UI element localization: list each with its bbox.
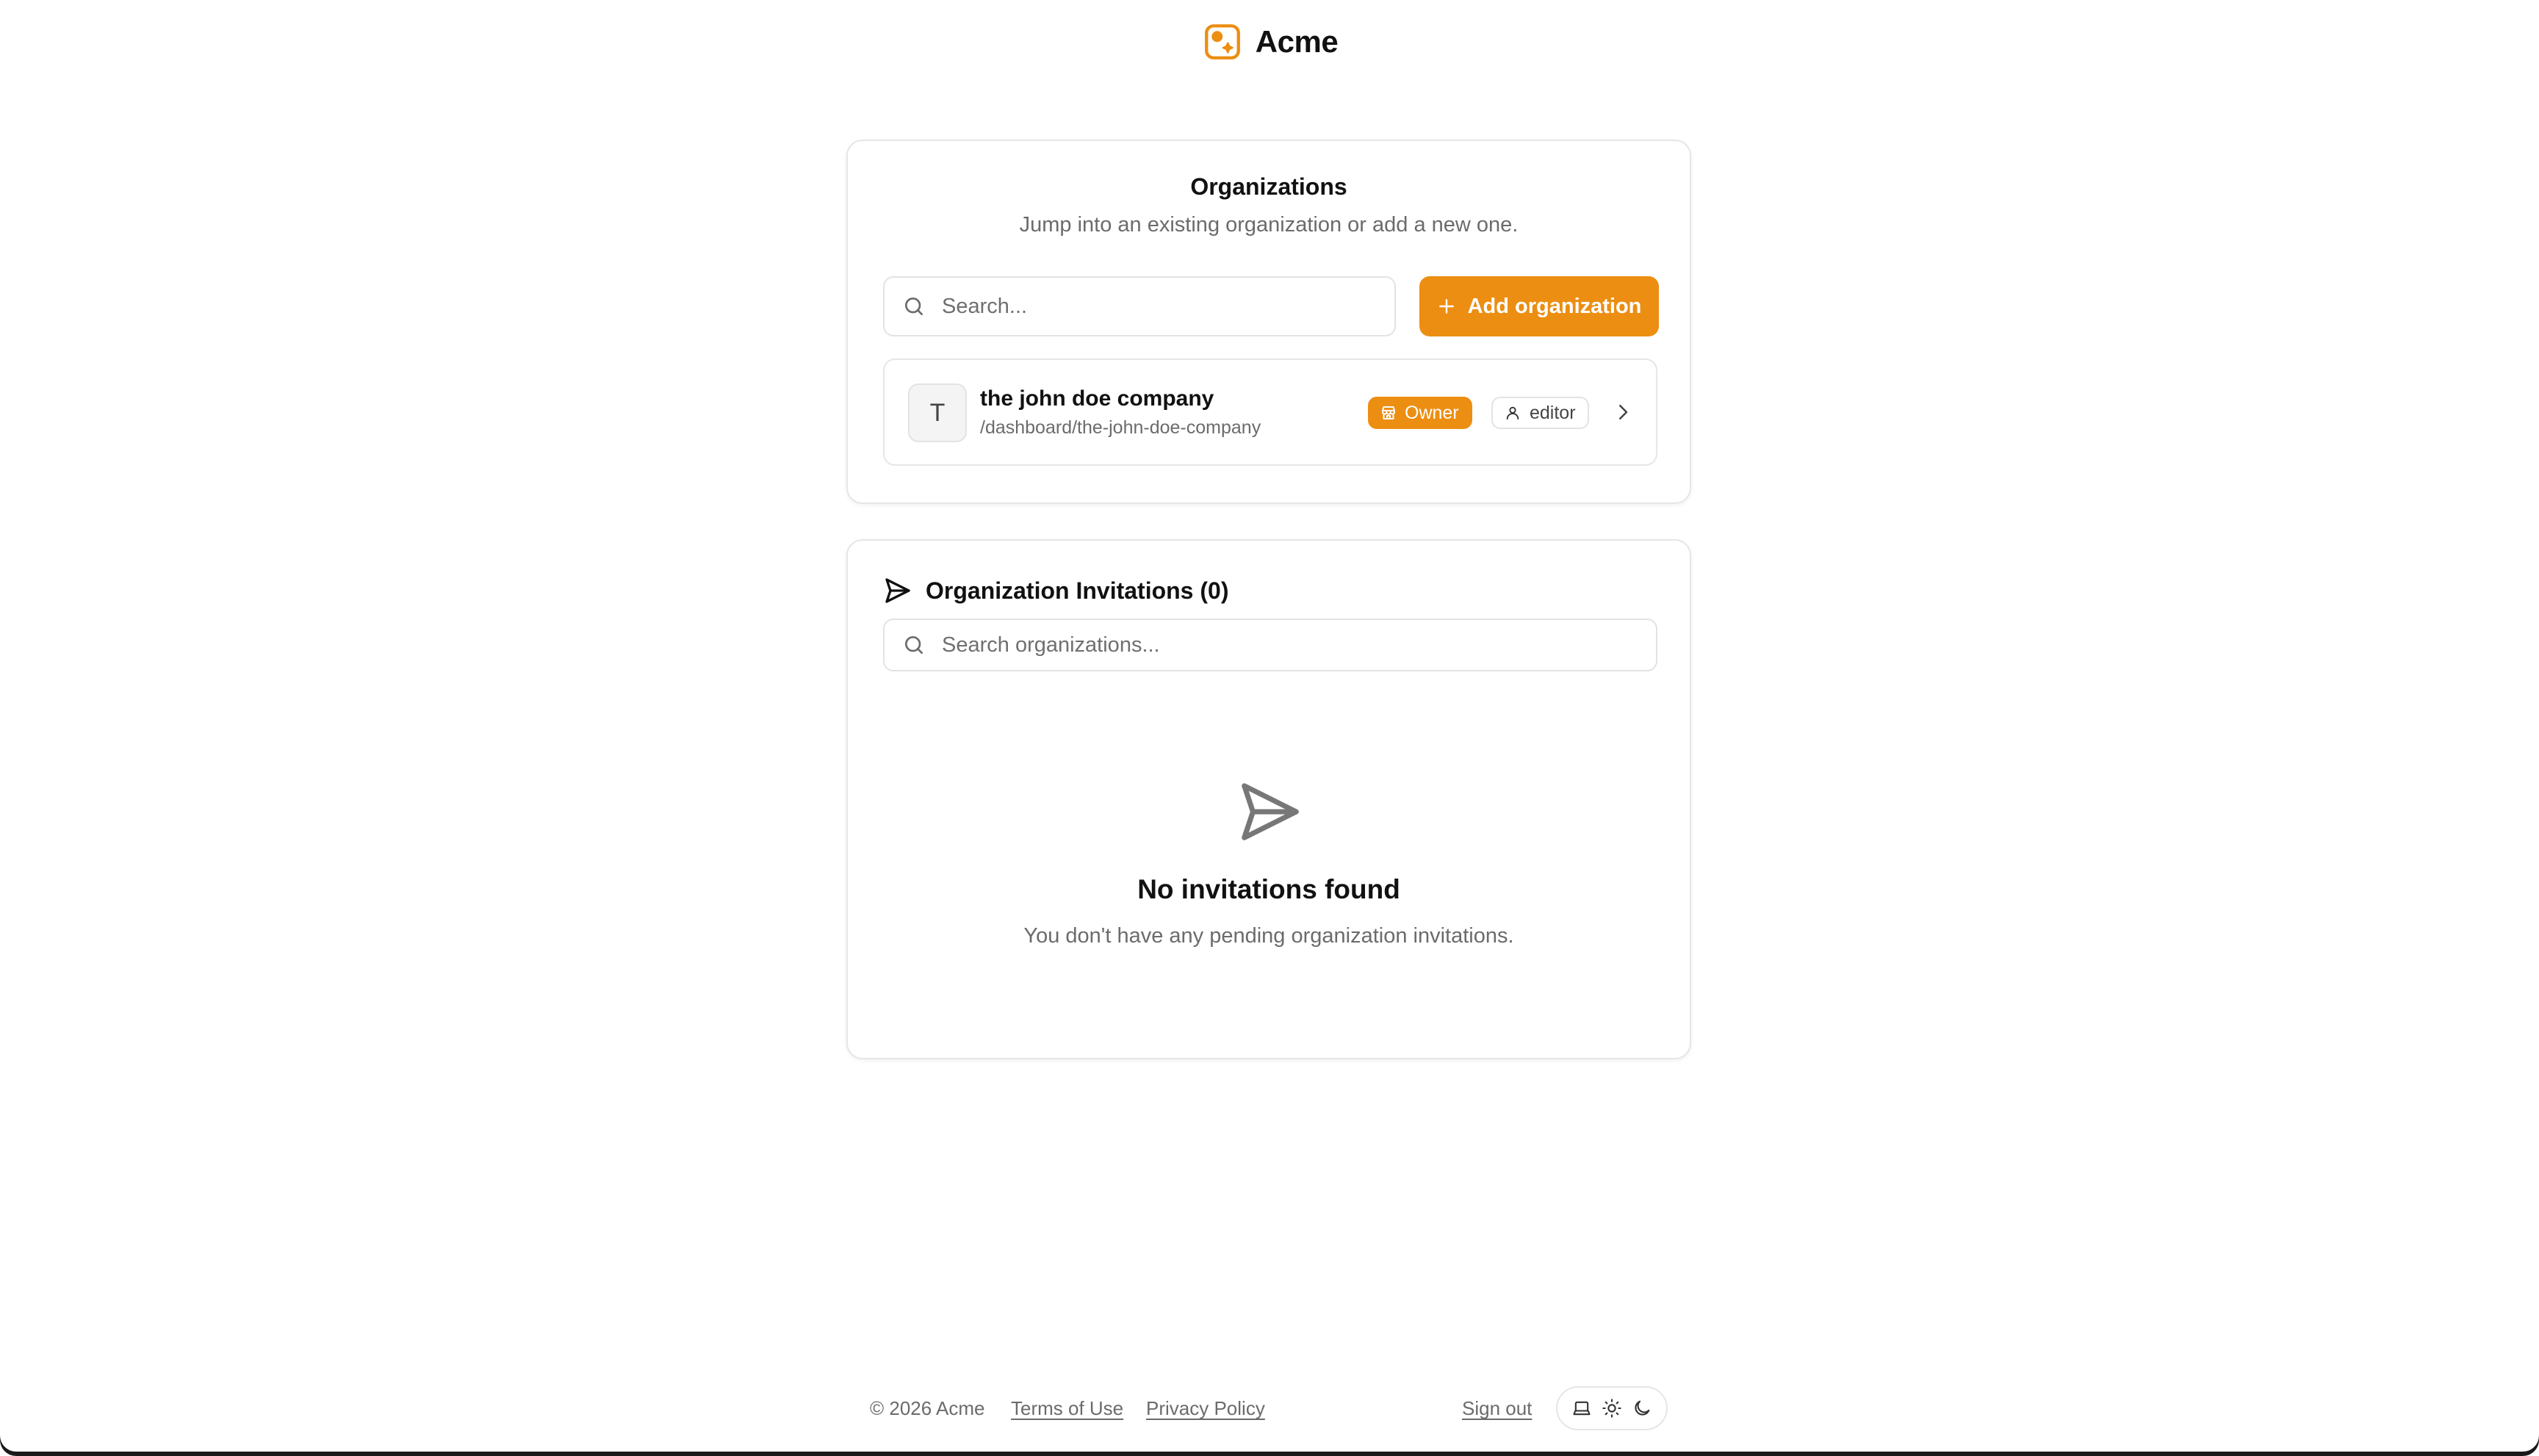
search-icon [905,636,923,654]
organization-name: the john doe company [980,386,1214,411]
theme-switcher [1556,1386,1668,1430]
moon-icon [1635,1400,1650,1416]
invitations-search[interactable] [883,619,1657,671]
organization-search[interactable] [883,276,1396,336]
brand-name: Acme [1255,24,1339,59]
organizations-title: Organizations [1190,173,1347,200]
invitations-title: Organization Invitations (0) [926,577,1229,604]
add-organization-label: Add organization [1467,294,1642,318]
invitations-search-input[interactable] [940,632,1656,658]
sign-out-link[interactable]: Sign out [1462,1397,1532,1420]
sun-icon [1602,1399,1621,1418]
privacy-policy-link[interactable]: Privacy Policy [1146,1397,1265,1420]
theme-dark-button[interactable] [1630,1396,1654,1420]
copyright-text: © 2026 Acme [870,1397,985,1419]
theme-light-button[interactable] [1600,1396,1624,1420]
role-badge: editor [1491,397,1589,429]
organization-row[interactable]: T the john doe company /dashboard/the-jo… [883,358,1657,466]
search-icon [905,298,923,315]
chevron-right-icon [1619,405,1628,419]
invitations-header: Organization Invitations (0) [883,576,1228,605]
organization-avatar: T [908,383,967,442]
send-icon [1242,783,1299,840]
plus-icon [1438,299,1454,314]
owner-badge-label: Owner [1405,402,1459,423]
user-icon [1506,406,1519,420]
store-icon [1382,406,1395,419]
terms-of-use-link[interactable]: Terms of Use [1011,1397,1123,1420]
organizations-subtitle: Jump into an existing organization or ad… [1019,213,1519,237]
footer: © 2026 Acme Terms of Use Privacy Policy … [0,1397,2539,1424]
brand-header: Acme [0,21,2539,63]
owner-badge: Owner [1368,397,1472,429]
organization-path: /dashboard/the-john-doe-company [980,417,1261,438]
add-organization-button[interactable]: Add organization [1419,276,1659,336]
organizations-card: Organizations Jump into an existing orga… [846,140,1691,504]
acme-logo-icon [1204,24,1240,60]
empty-state-title: No invitations found [1137,874,1400,904]
theme-system-button[interactable] [1570,1396,1593,1420]
laptop-icon [1573,1401,1591,1416]
organization-search-input[interactable] [940,293,1394,320]
invitations-card: Organization Invitations (0) No invitati… [846,539,1691,1059]
empty-state-description: You don't have any pending organization … [1023,924,1514,948]
send-icon [885,578,910,603]
role-badge-label: editor [1530,402,1576,423]
